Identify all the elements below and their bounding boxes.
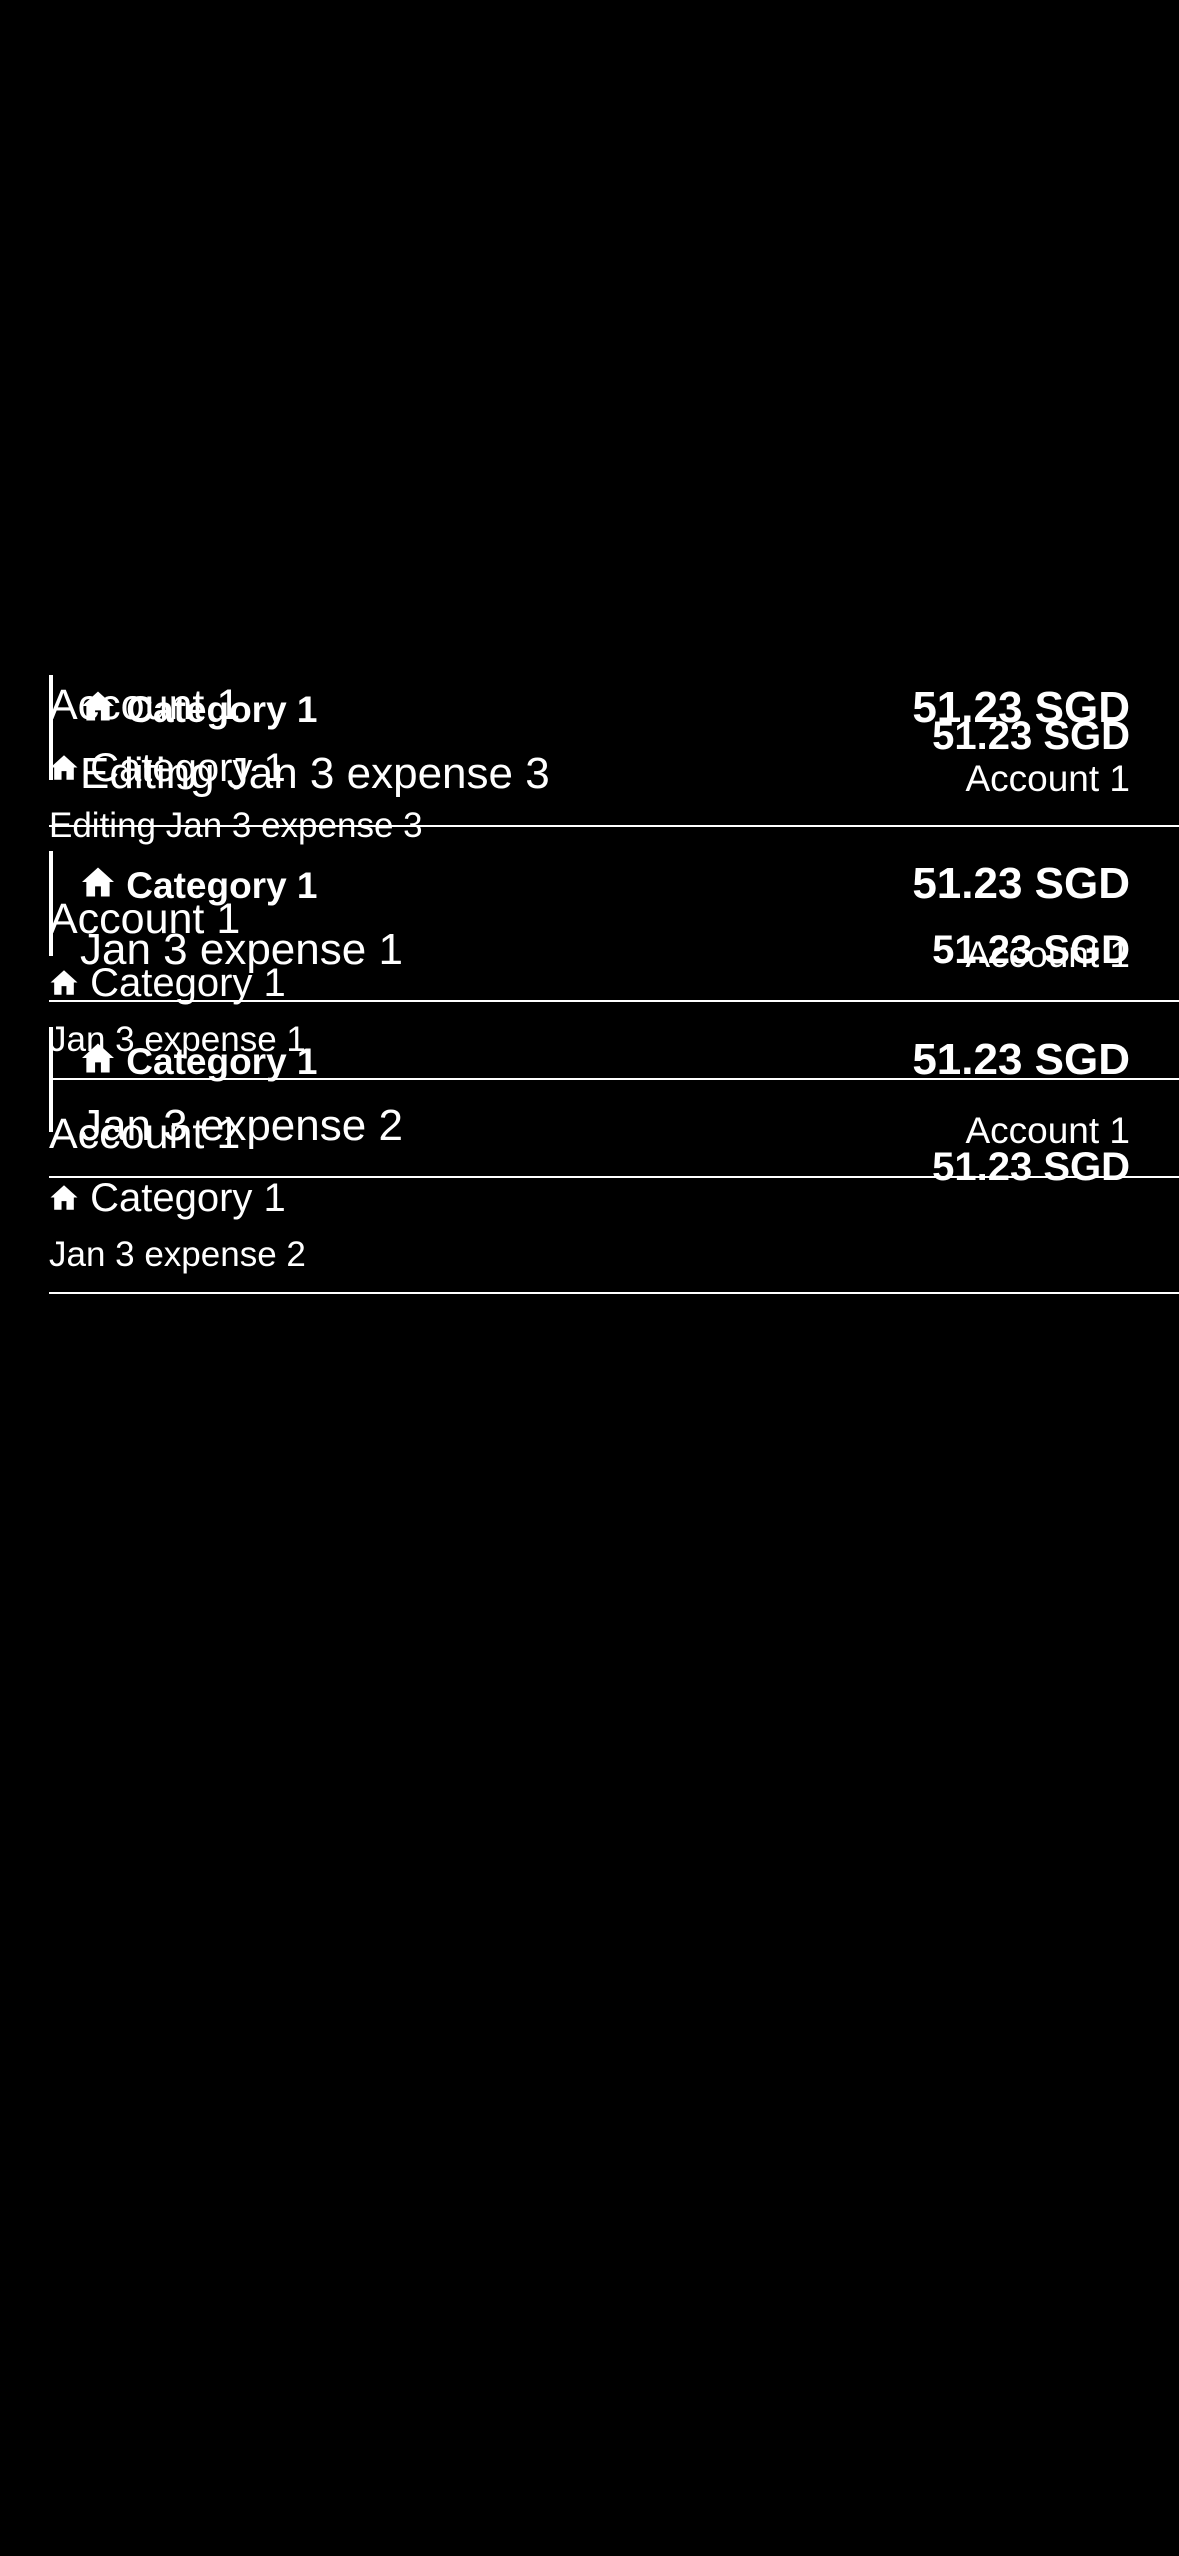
row-divider: [49, 1078, 1179, 1080]
row-divider: [49, 1176, 1179, 1178]
row-category-label: Category 1: [90, 746, 286, 790]
row-category: Category 1: [49, 963, 286, 1003]
card-account: Account 1: [965, 758, 1130, 799]
row-divider: [49, 825, 1179, 827]
row-category: Category 1: [49, 1178, 286, 1218]
row-title: Jan 3 expense 2: [49, 1235, 306, 1274]
row-amount: 51.23 SGD: [932, 714, 1130, 758]
row-divider: [49, 1000, 1179, 1002]
card-amount: 51.23 SGD: [912, 1035, 1130, 1084]
home-icon: [49, 969, 79, 996]
home-icon: [49, 754, 79, 781]
home-icon: [80, 866, 116, 898]
row-category: Category 1: [49, 748, 286, 788]
row-amount: 51.23 SGD: [932, 928, 1130, 972]
row-account: Account 1: [49, 895, 241, 943]
row-amount: 51.23 SGD: [932, 1145, 1130, 1189]
card-amount: 51.23 SGD: [912, 859, 1130, 908]
home-icon: [49, 1184, 79, 1211]
row-title: Jan 3 expense 1: [49, 1020, 306, 1059]
card-account: Account 1: [965, 1110, 1130, 1151]
row-category-label: Category 1: [90, 961, 286, 1005]
row-account: Account 1: [49, 681, 241, 729]
row-category-label: Category 1: [90, 1176, 286, 1220]
row-account: Account 1: [49, 1110, 241, 1158]
row-divider: [49, 1292, 1179, 1294]
